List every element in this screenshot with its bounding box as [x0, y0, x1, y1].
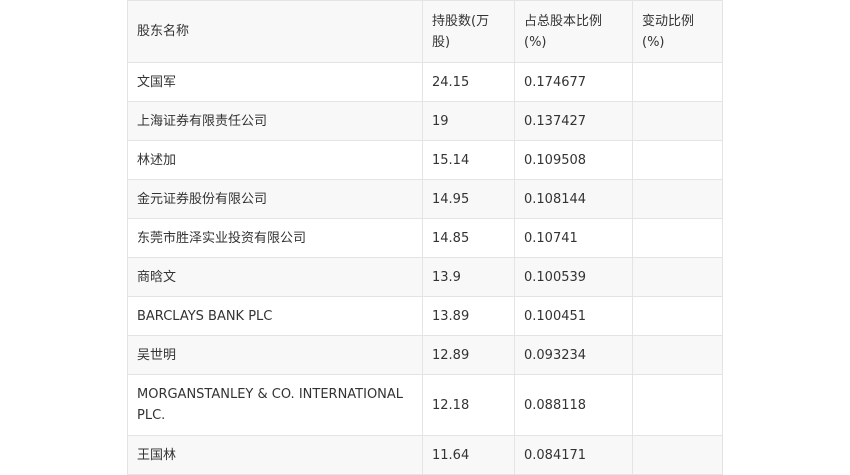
cell-shares-held: 12.89 — [422, 335, 515, 375]
cell-shares-held: 13.9 — [422, 257, 515, 297]
cell-share-ratio: 0.174677 — [514, 62, 633, 102]
cell-share-ratio: 0.100451 — [514, 296, 633, 336]
cell-change-ratio — [632, 374, 723, 436]
cell-share-ratio: 0.093234 — [514, 335, 633, 375]
cell-change-ratio — [632, 62, 723, 102]
cell-shareholder-name: 商晗文 — [127, 257, 423, 297]
cell-change-ratio — [632, 140, 723, 180]
cell-shares-held: 14.85 — [422, 218, 515, 258]
cell-change-ratio — [632, 179, 723, 219]
shareholder-table-container: 股东名称 持股数(万股) 占总股本比例(%) 变动比例(%) 文国军 24.15… — [127, 0, 723, 475]
shareholder-table: 股东名称 持股数(万股) 占总股本比例(%) 变动比例(%) 文国军 24.15… — [127, 0, 723, 475]
cell-shares-held: 14.95 — [422, 179, 515, 219]
header-shares-held: 持股数(万股) — [422, 0, 515, 63]
cell-shares-held: 24.15 — [422, 62, 515, 102]
cell-share-ratio: 0.109508 — [514, 140, 633, 180]
cell-shares-held: 12.18 — [422, 374, 515, 436]
cell-change-ratio — [632, 435, 723, 475]
cell-shareholder-name: 吴世明 — [127, 335, 423, 375]
header-change-ratio: 变动比例(%) — [632, 0, 723, 63]
cell-shareholder-name: 金元证券股份有限公司 — [127, 179, 423, 219]
cell-shares-held: 13.89 — [422, 296, 515, 336]
cell-share-ratio: 0.100539 — [514, 257, 633, 297]
cell-share-ratio: 0.108144 — [514, 179, 633, 219]
cell-share-ratio: 0.084171 — [514, 435, 633, 475]
cell-shareholder-name: BARCLAYS BANK PLC — [127, 296, 423, 336]
cell-shares-held: 19 — [422, 101, 515, 141]
header-share-ratio: 占总股本比例(%) — [514, 0, 633, 63]
table-row: 吴世明 12.89 0.093234 — [127, 335, 723, 375]
cell-shareholder-name: 东莞市胜泽实业投资有限公司 — [127, 218, 423, 258]
cell-shareholder-name: 上海证券有限责任公司 — [127, 101, 423, 141]
table-row: 林述加 15.14 0.109508 — [127, 140, 723, 180]
table-row: 东莞市胜泽实业投资有限公司 14.85 0.10741 — [127, 218, 723, 258]
table-row: 金元证券股份有限公司 14.95 0.108144 — [127, 179, 723, 219]
cell-shareholder-name: 林述加 — [127, 140, 423, 180]
cell-shares-held: 15.14 — [422, 140, 515, 180]
cell-share-ratio: 0.137427 — [514, 101, 633, 141]
cell-share-ratio: 0.10741 — [514, 218, 633, 258]
cell-shareholder-name: 王国林 — [127, 435, 423, 475]
table-row: MORGANSTANLEY & CO. INTERNATIONAL PLC. 1… — [127, 374, 723, 436]
cell-shareholder-name: MORGANSTANLEY & CO. INTERNATIONAL PLC. — [127, 374, 423, 436]
cell-shareholder-name: 文国军 — [127, 62, 423, 102]
cell-shares-held: 11.64 — [422, 435, 515, 475]
cell-change-ratio — [632, 257, 723, 297]
table-header-row: 股东名称 持股数(万股) 占总股本比例(%) 变动比例(%) — [127, 0, 723, 63]
table-row: 商晗文 13.9 0.100539 — [127, 257, 723, 297]
table-row: 上海证券有限责任公司 19 0.137427 — [127, 101, 723, 141]
cell-change-ratio — [632, 101, 723, 141]
header-shareholder-name: 股东名称 — [127, 0, 423, 63]
cell-change-ratio — [632, 335, 723, 375]
table-row: 文国军 24.15 0.174677 — [127, 62, 723, 102]
cell-share-ratio: 0.088118 — [514, 374, 633, 436]
table-row: BARCLAYS BANK PLC 13.89 0.100451 — [127, 296, 723, 336]
table-row: 王国林 11.64 0.084171 — [127, 435, 723, 475]
cell-change-ratio — [632, 218, 723, 258]
cell-change-ratio — [632, 296, 723, 336]
